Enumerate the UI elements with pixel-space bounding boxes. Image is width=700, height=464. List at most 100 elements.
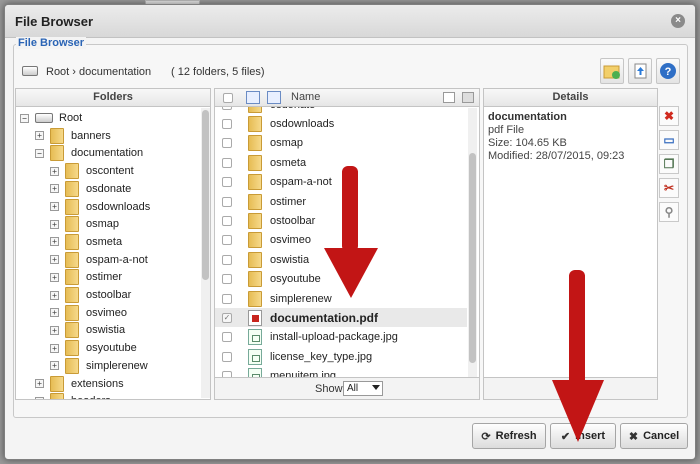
refresh-label: Refresh xyxy=(495,430,537,442)
view-list-icon[interactable] xyxy=(246,91,260,104)
file-checkbox[interactable] xyxy=(222,274,232,285)
folder-icon xyxy=(248,251,262,268)
tree-item[interactable]: − headers xyxy=(35,392,111,399)
collapse-icon[interactable]: − xyxy=(35,148,44,158)
cancel-button[interactable]: ✖ Cancel xyxy=(620,423,688,449)
file-row[interactable]: osdownloads xyxy=(215,114,467,133)
tree-item[interactable]: + ostimer xyxy=(50,268,122,286)
tree-item[interactable]: + osdownloads xyxy=(50,198,150,216)
files-scrollbar[interactable] xyxy=(468,108,477,378)
name-column-header[interactable]: Name xyxy=(291,91,320,103)
file-checkbox[interactable] xyxy=(222,107,232,110)
files-scroll-thumb[interactable] xyxy=(469,153,476,363)
expand-icon[interactable]: + xyxy=(35,131,44,141)
collapse-icon[interactable]: − xyxy=(20,113,29,123)
folders-scrollbar[interactable] xyxy=(201,108,210,398)
file-checkbox[interactable] xyxy=(222,293,232,304)
file-checkbox[interactable] xyxy=(222,138,232,149)
upload-button[interactable] xyxy=(628,58,652,84)
new-folder-button[interactable] xyxy=(600,58,624,84)
thumbnail-view-icon[interactable] xyxy=(462,92,474,103)
folder-icon xyxy=(65,304,79,321)
file-checkbox[interactable] xyxy=(222,215,232,226)
expand-icon[interactable]: + xyxy=(50,184,59,194)
cut-icon[interactable]: ✂ xyxy=(659,178,679,198)
show-select[interactable]: All xyxy=(343,381,383,396)
expand-icon[interactable]: + xyxy=(50,166,59,176)
expand-icon[interactable]: + xyxy=(35,379,44,388)
folder-icon xyxy=(248,290,262,307)
file-checkbox[interactable] xyxy=(222,254,232,265)
detail-actions: ✖ ▭ ❐ ✂ ⚲ xyxy=(659,106,681,226)
file-row[interactable]: osdonate xyxy=(215,107,467,114)
file-checkbox[interactable] xyxy=(222,118,232,129)
expand-icon[interactable]: + xyxy=(50,255,59,265)
cancel-icon: ✖ xyxy=(628,430,639,443)
image-file-icon xyxy=(248,348,262,365)
tree-item[interactable]: + osyoutube xyxy=(50,339,137,357)
tree-item[interactable]: + simplerenew xyxy=(50,357,148,375)
refresh-icon: ⟳ xyxy=(481,430,491,443)
new-folder-icon xyxy=(603,65,620,79)
file-checkbox[interactable]: ✓ xyxy=(222,312,232,323)
file-row[interactable]: ✓ documentation.pdf xyxy=(215,308,467,328)
file-row[interactable]: menuitem.jpg xyxy=(215,367,467,377)
folders-scroll-thumb[interactable] xyxy=(202,110,209,280)
copy-icon[interactable]: ❐ xyxy=(659,154,679,174)
file-checkbox[interactable] xyxy=(222,196,232,207)
file-checkbox[interactable] xyxy=(222,177,232,188)
annotation-arrow-pdf xyxy=(324,166,378,298)
refresh-button[interactable]: ⟳ Refresh xyxy=(472,423,546,449)
detail-modified: Modified: 28/07/2015, 09:23 xyxy=(488,150,625,162)
file-row[interactable]: license_key_type.jpg xyxy=(215,347,467,366)
view-sort-icon[interactable] xyxy=(267,91,281,104)
expand-icon[interactable]: + xyxy=(50,325,59,335)
details-header: Details xyxy=(484,89,657,107)
expand-icon[interactable]: + xyxy=(50,272,59,282)
detail-filename: documentation xyxy=(488,111,567,123)
delete-icon[interactable]: ✖ xyxy=(659,106,679,126)
file-row[interactable]: osmap xyxy=(215,134,467,153)
file-checkbox[interactable] xyxy=(222,332,232,343)
tree-item[interactable]: + osvimeo xyxy=(50,304,127,322)
expand-icon[interactable]: + xyxy=(50,343,59,353)
tree-item[interactable]: + ostoolbar xyxy=(50,286,131,304)
collapse-icon[interactable]: − xyxy=(35,396,44,399)
expand-icon[interactable]: + xyxy=(50,308,59,318)
select-all-checkbox[interactable] xyxy=(223,93,233,103)
tree-item[interactable]: − Root xyxy=(20,109,82,127)
close-icon[interactable]: × xyxy=(671,14,685,28)
expand-icon[interactable]: + xyxy=(50,219,59,229)
tree-item[interactable]: + osdonate xyxy=(50,180,131,198)
tree-item[interactable]: + oswistia xyxy=(50,321,125,339)
file-checkbox[interactable] xyxy=(222,235,232,246)
tree-item[interactable]: + ospam-a-not xyxy=(50,251,148,269)
tree-item[interactable]: + banners xyxy=(35,127,111,145)
file-row[interactable]: install-upload-package.jpg xyxy=(215,328,467,347)
files-header: Name xyxy=(215,89,479,107)
tree-item[interactable]: + oscontent xyxy=(50,162,134,180)
folder-icon xyxy=(65,357,79,374)
expand-icon[interactable]: + xyxy=(50,290,59,300)
preview-icon[interactable]: ⚲ xyxy=(659,202,679,222)
file-checkbox[interactable] xyxy=(222,157,232,168)
tree-item[interactable]: − documentation xyxy=(35,144,143,162)
file-checkbox[interactable] xyxy=(222,351,232,362)
details-view-icon[interactable] xyxy=(443,92,455,103)
expand-icon[interactable]: + xyxy=(50,237,59,247)
file-name: osmeta xyxy=(270,156,307,169)
move-icon[interactable]: ▭ xyxy=(659,130,679,150)
folder-icon xyxy=(65,180,79,197)
expand-icon[interactable]: + xyxy=(50,361,59,371)
file-name: osvimeo xyxy=(270,234,311,247)
svg-text:?: ? xyxy=(665,66,672,78)
help-button[interactable]: ? xyxy=(656,58,680,84)
tree-item[interactable]: + extensions xyxy=(35,375,124,393)
upload-icon xyxy=(634,63,647,79)
folder-icon xyxy=(65,340,79,357)
expand-icon[interactable]: + xyxy=(50,202,59,211)
folder-icon xyxy=(65,322,79,339)
tree-item[interactable]: + osmeta xyxy=(50,233,122,251)
folder-icon xyxy=(65,269,79,286)
tree-item[interactable]: + osmap xyxy=(50,215,119,233)
